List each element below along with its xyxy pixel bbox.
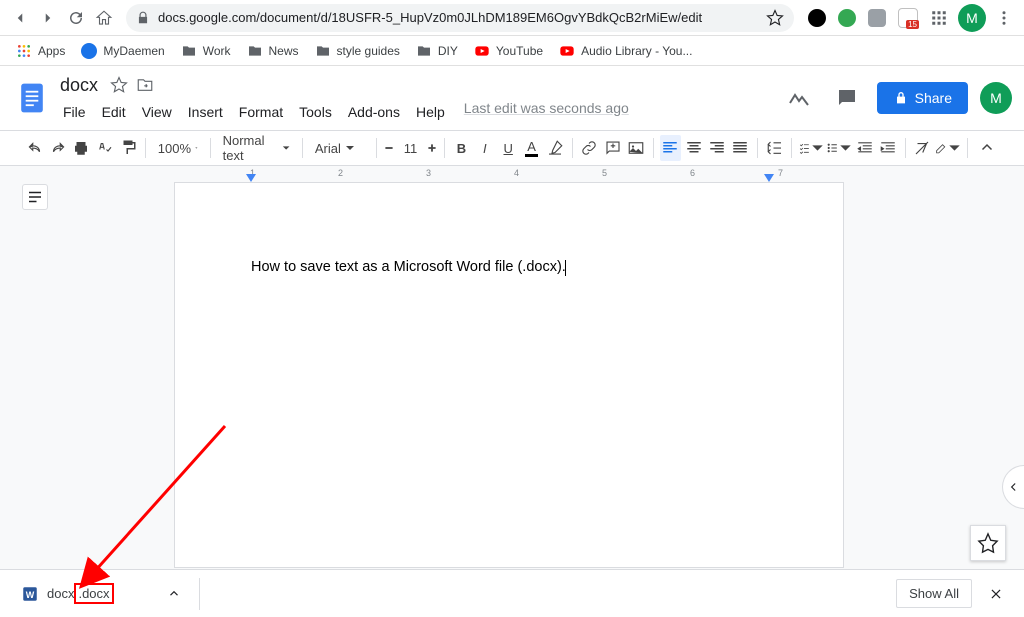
menu-tools[interactable]: Tools: [292, 100, 339, 124]
folder-icon: [181, 43, 197, 59]
link-button[interactable]: [579, 135, 600, 161]
download-item[interactable]: W docx.docx: [12, 581, 195, 607]
share-button[interactable]: Share: [877, 82, 968, 114]
canvas-area: 1 2 3 4 5 6 7 How to save text as a Micr…: [0, 166, 1024, 569]
chrome-profile-avatar[interactable]: M: [958, 4, 986, 32]
undo-button[interactable]: [24, 135, 45, 161]
checklist-button[interactable]: [798, 135, 824, 161]
paint-format-button[interactable]: [118, 135, 139, 161]
increase-indent-button[interactable]: [878, 135, 899, 161]
extension-grid-icon[interactable]: [930, 9, 948, 27]
paragraph-style-select[interactable]: Normal text: [217, 129, 296, 167]
image-button[interactable]: [625, 135, 646, 161]
zoom-select[interactable]: 100%: [152, 137, 204, 160]
download-filename: docx.docx: [47, 586, 114, 601]
italic-button[interactable]: I: [474, 135, 495, 161]
font-size-select[interactable]: 11: [397, 137, 424, 160]
download-chevron-button[interactable]: [162, 582, 186, 606]
show-all-button[interactable]: Show All: [896, 579, 972, 608]
extension-1-icon[interactable]: [808, 9, 826, 27]
bookmark-mydaemen[interactable]: MyDaemen: [73, 39, 172, 63]
bullet-list-button[interactable]: [826, 135, 852, 161]
extension-ublock-icon[interactable]: [898, 8, 918, 28]
indent-marker-right[interactable]: [764, 174, 774, 182]
bookmark-news[interactable]: News: [239, 39, 307, 63]
word-file-icon: W: [21, 585, 39, 603]
forward-button[interactable]: [34, 4, 62, 32]
doc-title[interactable]: docx: [56, 73, 102, 98]
editing-mode-button[interactable]: [935, 135, 961, 161]
outline-toggle-button[interactable]: [22, 184, 48, 210]
underline-button[interactable]: U: [498, 135, 519, 161]
menu-insert[interactable]: Insert: [181, 100, 230, 124]
indent-marker-left[interactable]: [246, 174, 256, 182]
home-button[interactable]: [90, 4, 118, 32]
menu-bar: File Edit View Insert Format Tools Add-o…: [56, 100, 781, 124]
star-bookmark-icon[interactable]: [766, 9, 784, 27]
bookmark-diy[interactable]: DIY: [408, 39, 466, 63]
activity-icon[interactable]: [781, 80, 817, 116]
filename-highlight: .docx: [74, 583, 113, 604]
align-justify-button[interactable]: [730, 135, 751, 161]
align-left-button[interactable]: [660, 135, 681, 161]
text-cursor: [565, 260, 566, 276]
highlight-button[interactable]: [544, 135, 565, 161]
spellcheck-button[interactable]: [94, 135, 115, 161]
bookmark-style-guides[interactable]: style guides: [307, 39, 408, 63]
url-text: docs.google.com/document/d/18USFR-5_HupV…: [158, 10, 766, 25]
explore-button[interactable]: [970, 525, 1006, 561]
address-bar[interactable]: docs.google.com/document/d/18USFR-5_HupV…: [126, 4, 794, 32]
decrease-indent-button[interactable]: [854, 135, 875, 161]
menu-view[interactable]: View: [135, 100, 179, 124]
font-size-increase[interactable]: [426, 135, 438, 161]
menu-edit[interactable]: Edit: [95, 100, 133, 124]
close-download-bar-button[interactable]: [980, 578, 1012, 610]
bookmarks-bar: Apps MyDaemen Work News style guides DIY…: [0, 36, 1024, 66]
last-edit-text[interactable]: Last edit was seconds ago: [464, 100, 629, 124]
clear-formatting-button[interactable]: [912, 135, 933, 161]
youtube-icon: [474, 43, 490, 59]
comment-icon[interactable]: [829, 80, 865, 116]
docs-profile-avatar[interactable]: M: [980, 82, 1012, 114]
hide-menus-button[interactable]: [974, 135, 1000, 161]
align-right-button[interactable]: [706, 135, 727, 161]
chrome-menu-button[interactable]: [990, 4, 1018, 32]
add-comment-button[interactable]: [602, 135, 623, 161]
extension-3-icon[interactable]: [868, 9, 886, 27]
download-bar: W docx.docx Show All: [0, 569, 1024, 617]
align-center-button[interactable]: [683, 135, 704, 161]
globe-icon: [81, 43, 97, 59]
bookmark-youtube[interactable]: YouTube: [466, 39, 551, 63]
lock-icon: [136, 11, 150, 25]
horizontal-ruler[interactable]: 1 2 3 4 5 6 7: [174, 166, 844, 182]
font-size-decrease[interactable]: [383, 135, 395, 161]
browser-nav-bar: docs.google.com/document/d/18USFR-5_HupV…: [0, 0, 1024, 36]
star-icon[interactable]: [110, 76, 128, 94]
menu-help[interactable]: Help: [409, 100, 452, 124]
text-color-button[interactable]: A: [521, 135, 542, 161]
svg-text:W: W: [26, 589, 35, 599]
move-folder-icon[interactable]: [136, 76, 154, 94]
back-button[interactable]: [6, 4, 34, 32]
font-select[interactable]: Arial: [309, 137, 370, 160]
document-text: How to save text as a Microsoft Word fil…: [251, 259, 566, 275]
toolbar: 100% Normal text Arial 11 B I U A: [0, 130, 1024, 166]
document-page[interactable]: How to save text as a Microsoft Word fil…: [174, 182, 844, 568]
docs-header: docx File Edit View Insert Format Tools …: [0, 66, 1024, 130]
redo-button[interactable]: [47, 135, 68, 161]
docs-logo-icon[interactable]: [12, 78, 52, 118]
menu-file[interactable]: File: [56, 100, 93, 124]
side-panel-toggle[interactable]: [1002, 465, 1024, 509]
line-spacing-button[interactable]: [764, 135, 785, 161]
bold-button[interactable]: B: [451, 135, 472, 161]
lock-share-icon: [893, 90, 909, 106]
print-button[interactable]: [71, 135, 92, 161]
bookmark-apps[interactable]: Apps: [8, 39, 73, 63]
reload-button[interactable]: [62, 4, 90, 32]
menu-addons[interactable]: Add-ons: [341, 100, 407, 124]
bookmark-audio-library[interactable]: Audio Library - You...: [551, 39, 700, 63]
extension-2-icon[interactable]: [838, 9, 856, 27]
menu-format[interactable]: Format: [232, 100, 290, 124]
bookmark-work[interactable]: Work: [173, 39, 239, 63]
